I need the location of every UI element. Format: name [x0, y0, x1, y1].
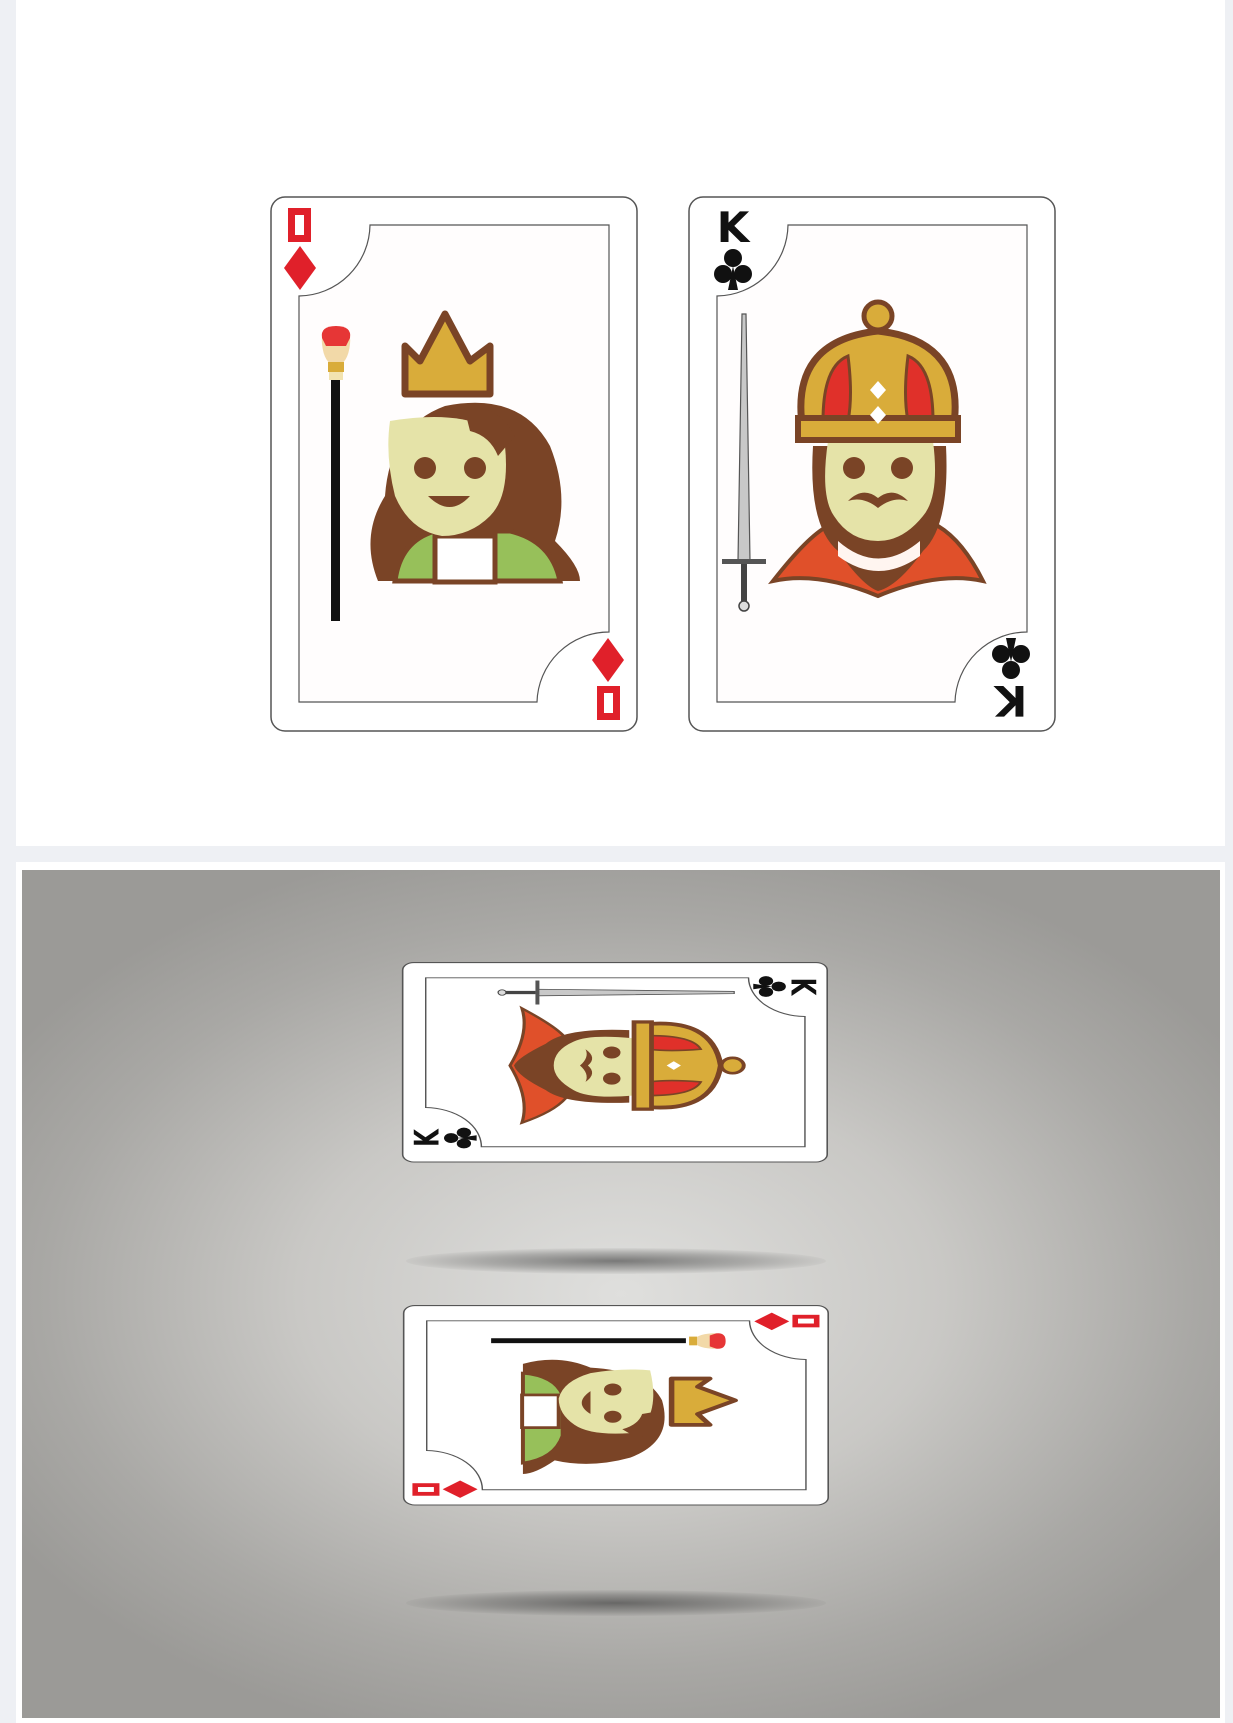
card-index-top: K	[714, 203, 752, 290]
svg-text:K: K	[993, 676, 1027, 725]
king-card-rotated: K K	[401, 962, 828, 1163]
svg-text:K: K	[407, 1128, 447, 1147]
king-card: K K	[688, 196, 1056, 732]
queen-card-rotated	[402, 1305, 829, 1506]
card-index-bottom: K	[992, 638, 1030, 725]
mockup-panel: K K	[16, 862, 1225, 1723]
rank-label: K	[717, 203, 751, 252]
flat-cards-panel: Q	[16, 0, 1225, 846]
svg-text:K: K	[783, 978, 823, 997]
queen-card: Q	[270, 196, 638, 732]
